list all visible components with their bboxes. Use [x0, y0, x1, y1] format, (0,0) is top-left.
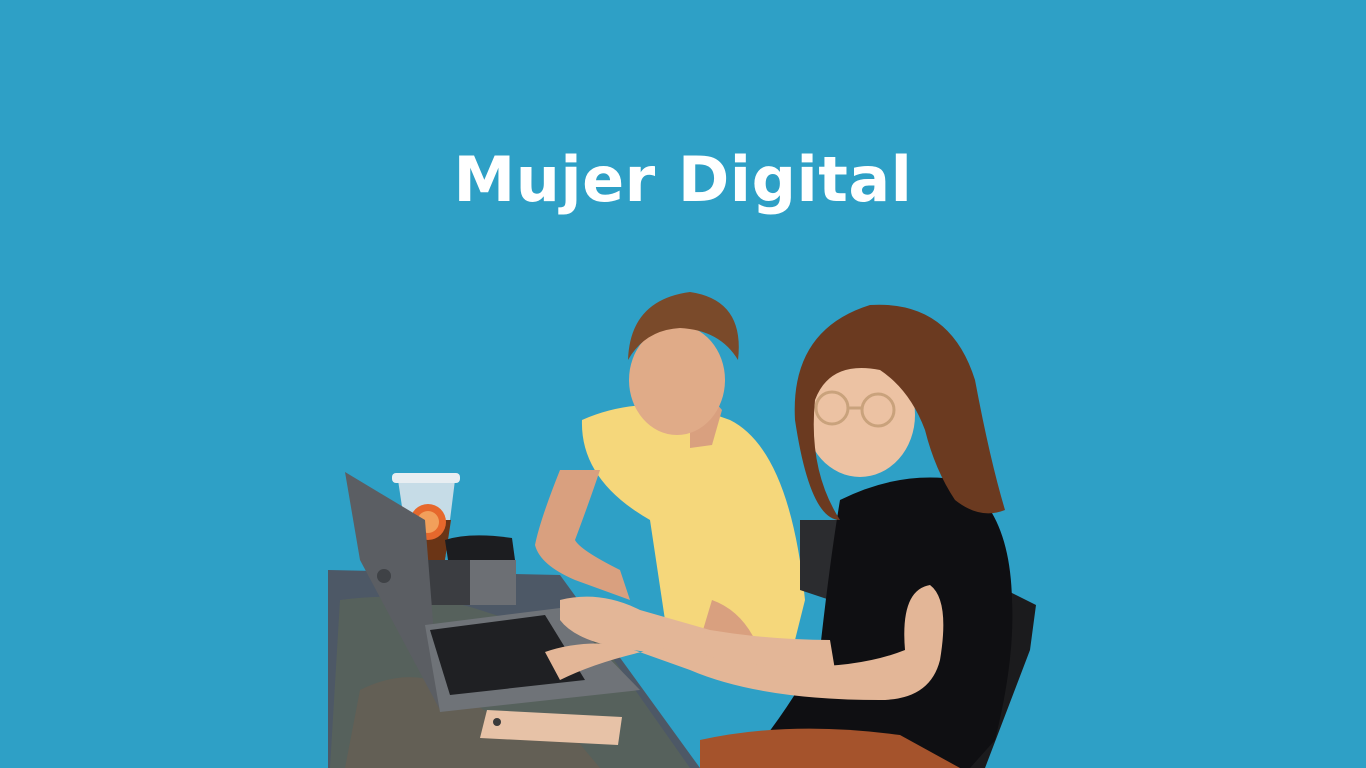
woman-yellow-shirt [535, 292, 805, 640]
second-laptop-icon [410, 560, 516, 605]
laptop-icon [345, 472, 640, 712]
chair-icon [800, 520, 1036, 768]
woman-black-shirt [545, 304, 1013, 768]
slide-title: Mujer Digital [453, 143, 913, 216]
iced-drink-icon [392, 473, 460, 560]
smartphone-icon [480, 710, 622, 745]
women-laptop-illustration [328, 292, 1036, 768]
table-icon [328, 570, 700, 768]
